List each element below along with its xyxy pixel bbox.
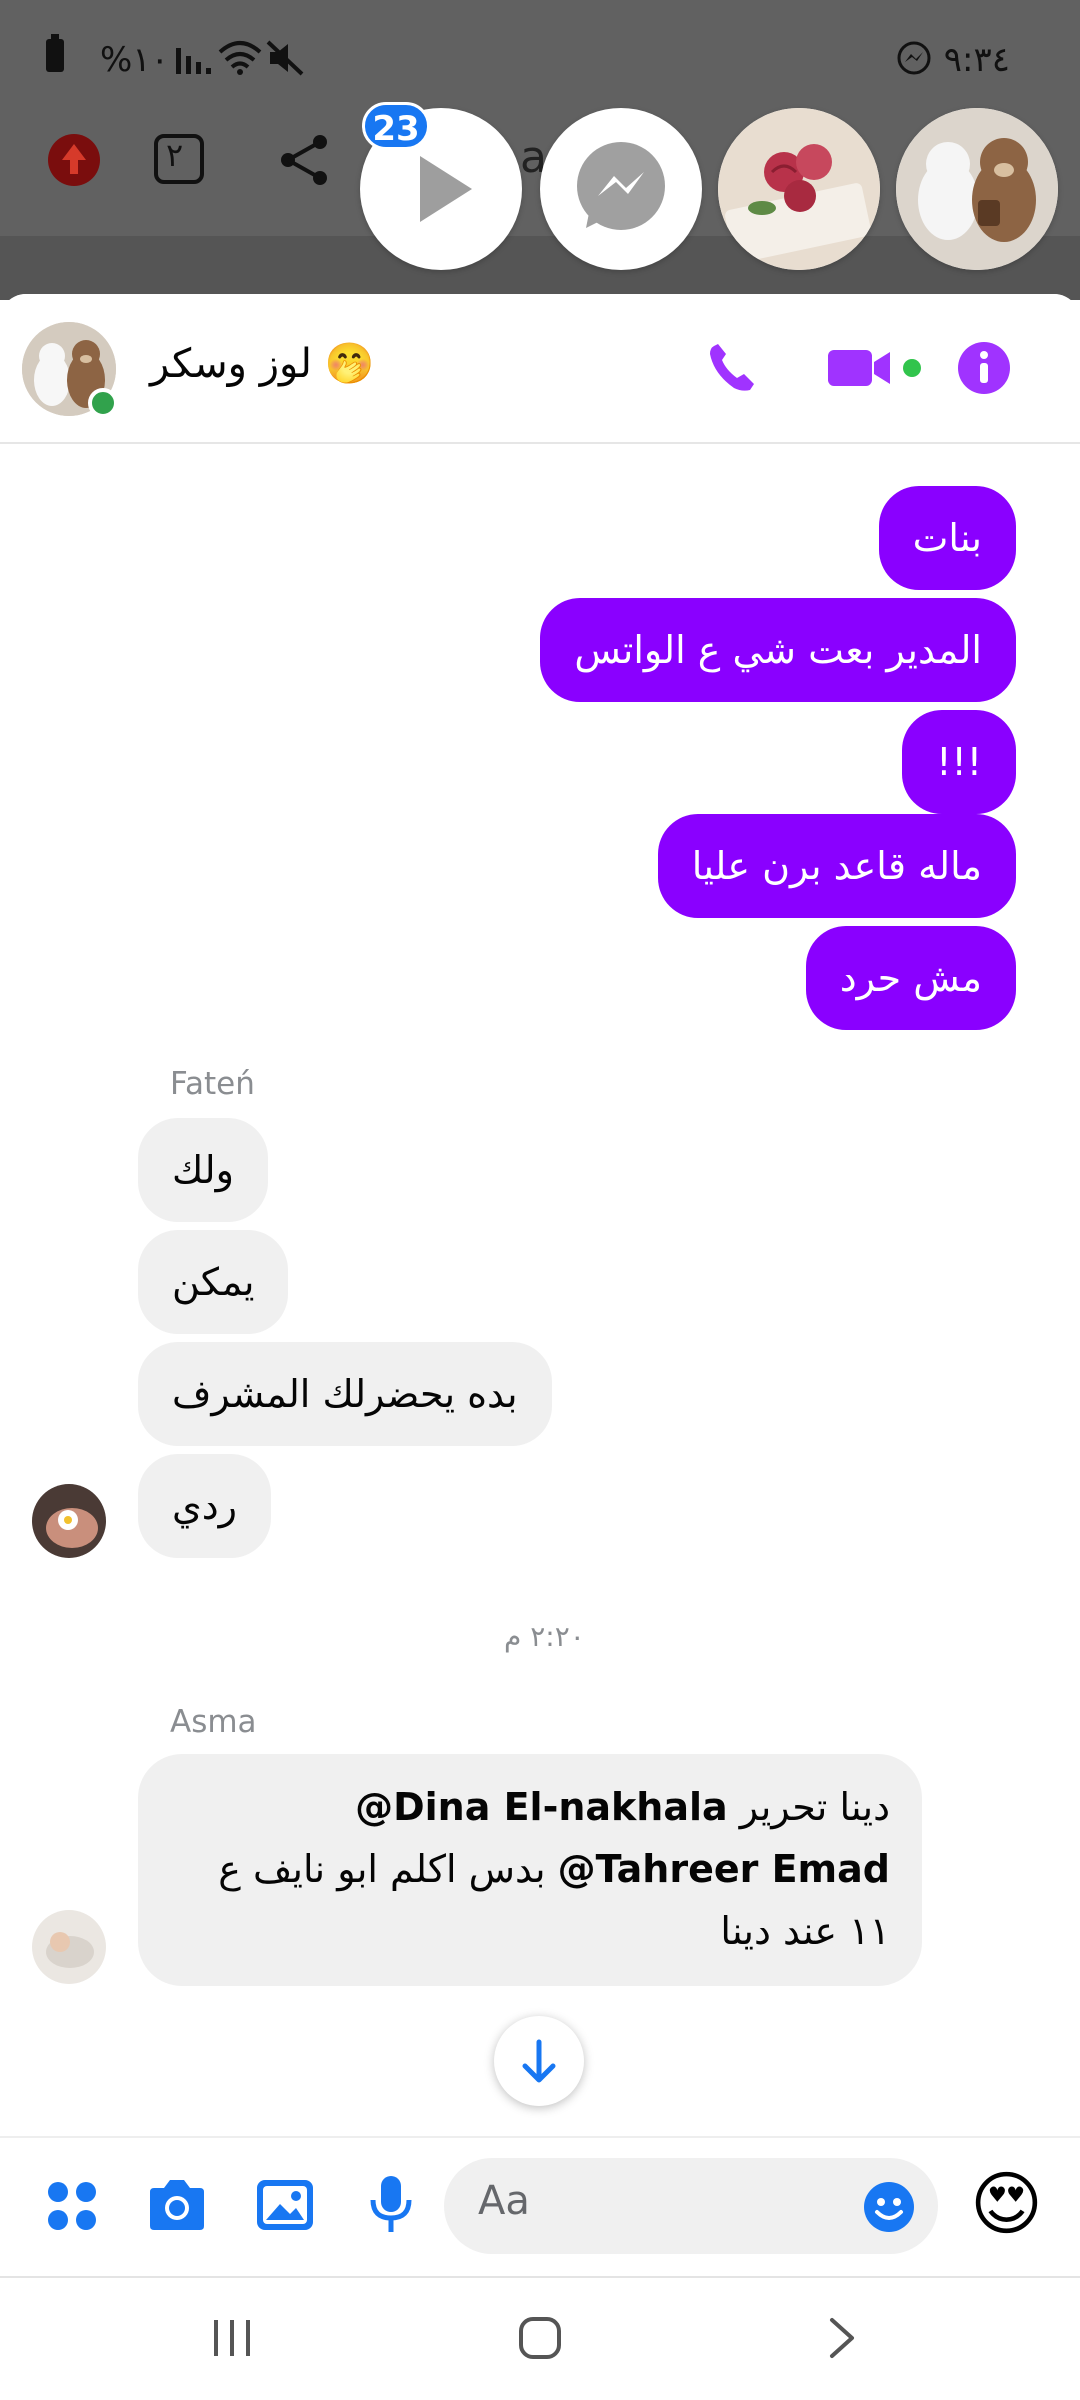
outgoing-message[interactable]: ماله قاعد برن عليا <box>657 814 1016 918</box>
message-line: ١١ عند دينا <box>170 1900 890 1962</box>
outgoing-message[interactable]: مش حرد <box>805 926 1016 1030</box>
message-text: دينا تحرير <box>727 1785 890 1829</box>
mention[interactable]: @Tahreer Emad <box>558 1847 890 1891</box>
apps-menu-icon[interactable] <box>44 2178 100 2234</box>
phone-icon[interactable] <box>704 340 760 396</box>
sender-name: Fateń <box>170 1066 255 1102</box>
info-icon[interactable] <box>956 340 1012 396</box>
sender-avatar[interactable] <box>32 1910 106 1984</box>
incoming-message[interactable]: ولك <box>138 1118 268 1222</box>
message-text: بدس اكلم ابو نايف ع <box>218 1847 558 1891</box>
status-time: ٩:٣٤ <box>943 40 1010 80</box>
back-icon[interactable] <box>822 2316 862 2360</box>
signal-icon <box>176 48 211 74</box>
camera-icon[interactable] <box>146 2176 208 2234</box>
emoji-icon[interactable] <box>862 2180 916 2234</box>
message-input-placeholder: Aa <box>478 2178 530 2224</box>
outgoing-message[interactable]: بنات <box>878 486 1016 590</box>
home-icon[interactable] <box>516 2314 564 2362</box>
outgoing-message[interactable]: المدير بعت شي ع الواتس <box>540 598 1016 702</box>
microphone-icon[interactable] <box>366 2172 416 2236</box>
messenger-chat-head[interactable] <box>540 108 702 270</box>
tab-count: ٢ <box>166 136 184 174</box>
incoming-message[interactable]: دينا تحرير @Dina El-nakhala @Tahreer Ema… <box>138 1754 922 1986</box>
video-call-icon[interactable] <box>826 340 922 396</box>
bears-avatar-image <box>896 108 1058 270</box>
outgoing-message[interactable]: !!! <box>902 710 1016 814</box>
battery-icon <box>46 34 64 72</box>
sender-avatar[interactable] <box>32 1484 106 1558</box>
message-text: ١١ عند دينا <box>720 1909 890 1953</box>
conversation-title[interactable]: لوز وسكر 🤭 <box>150 340 374 387</box>
mute-icon <box>266 40 304 76</box>
recent-apps-icon[interactable] <box>210 2316 254 2360</box>
messenger-status-icon <box>897 41 931 75</box>
messenger-icon <box>577 142 665 230</box>
baby-avatar-image <box>32 1910 106 1984</box>
share-icon <box>281 135 327 185</box>
message-line: دينا تحرير @Dina El-nakhala <box>170 1776 890 1838</box>
background-strip <box>0 236 1080 300</box>
incoming-message[interactable]: يمكن <box>138 1230 289 1334</box>
unread-badge: 23 <box>362 102 430 150</box>
incoming-message[interactable]: بده يحضرلك المشرف <box>138 1342 552 1446</box>
incoming-message[interactable]: ردي <box>138 1454 272 1558</box>
quick-reaction-button[interactable]: 😍 <box>970 2162 1043 2246</box>
flower-hand-avatar-image <box>32 1484 106 1558</box>
arrow-down-icon <box>522 2039 556 2083</box>
battery-percent: %١٠٠ <box>100 40 188 80</box>
status-bar: %١٠٠ ٩:٣٤ <box>0 0 1080 120</box>
online-indicator <box>88 388 118 418</box>
group-chat-head[interactable] <box>896 108 1058 270</box>
mention[interactable]: @Dina El-nakhala <box>355 1785 728 1829</box>
sender-name: Asma <box>170 1704 257 1740</box>
gallery-icon[interactable] <box>254 2176 316 2234</box>
upload-icon <box>48 134 100 186</box>
roses-chat-head[interactable] <box>718 108 880 270</box>
message-timestamp: ٢:٢٠ م <box>504 1620 585 1653</box>
roses-avatar-image <box>718 108 880 270</box>
scroll-to-bottom-button[interactable] <box>494 2016 584 2106</box>
wifi-icon <box>218 41 262 75</box>
message-line: @Tahreer Emad بدس اكلم ابو نايف ع <box>170 1838 890 1900</box>
